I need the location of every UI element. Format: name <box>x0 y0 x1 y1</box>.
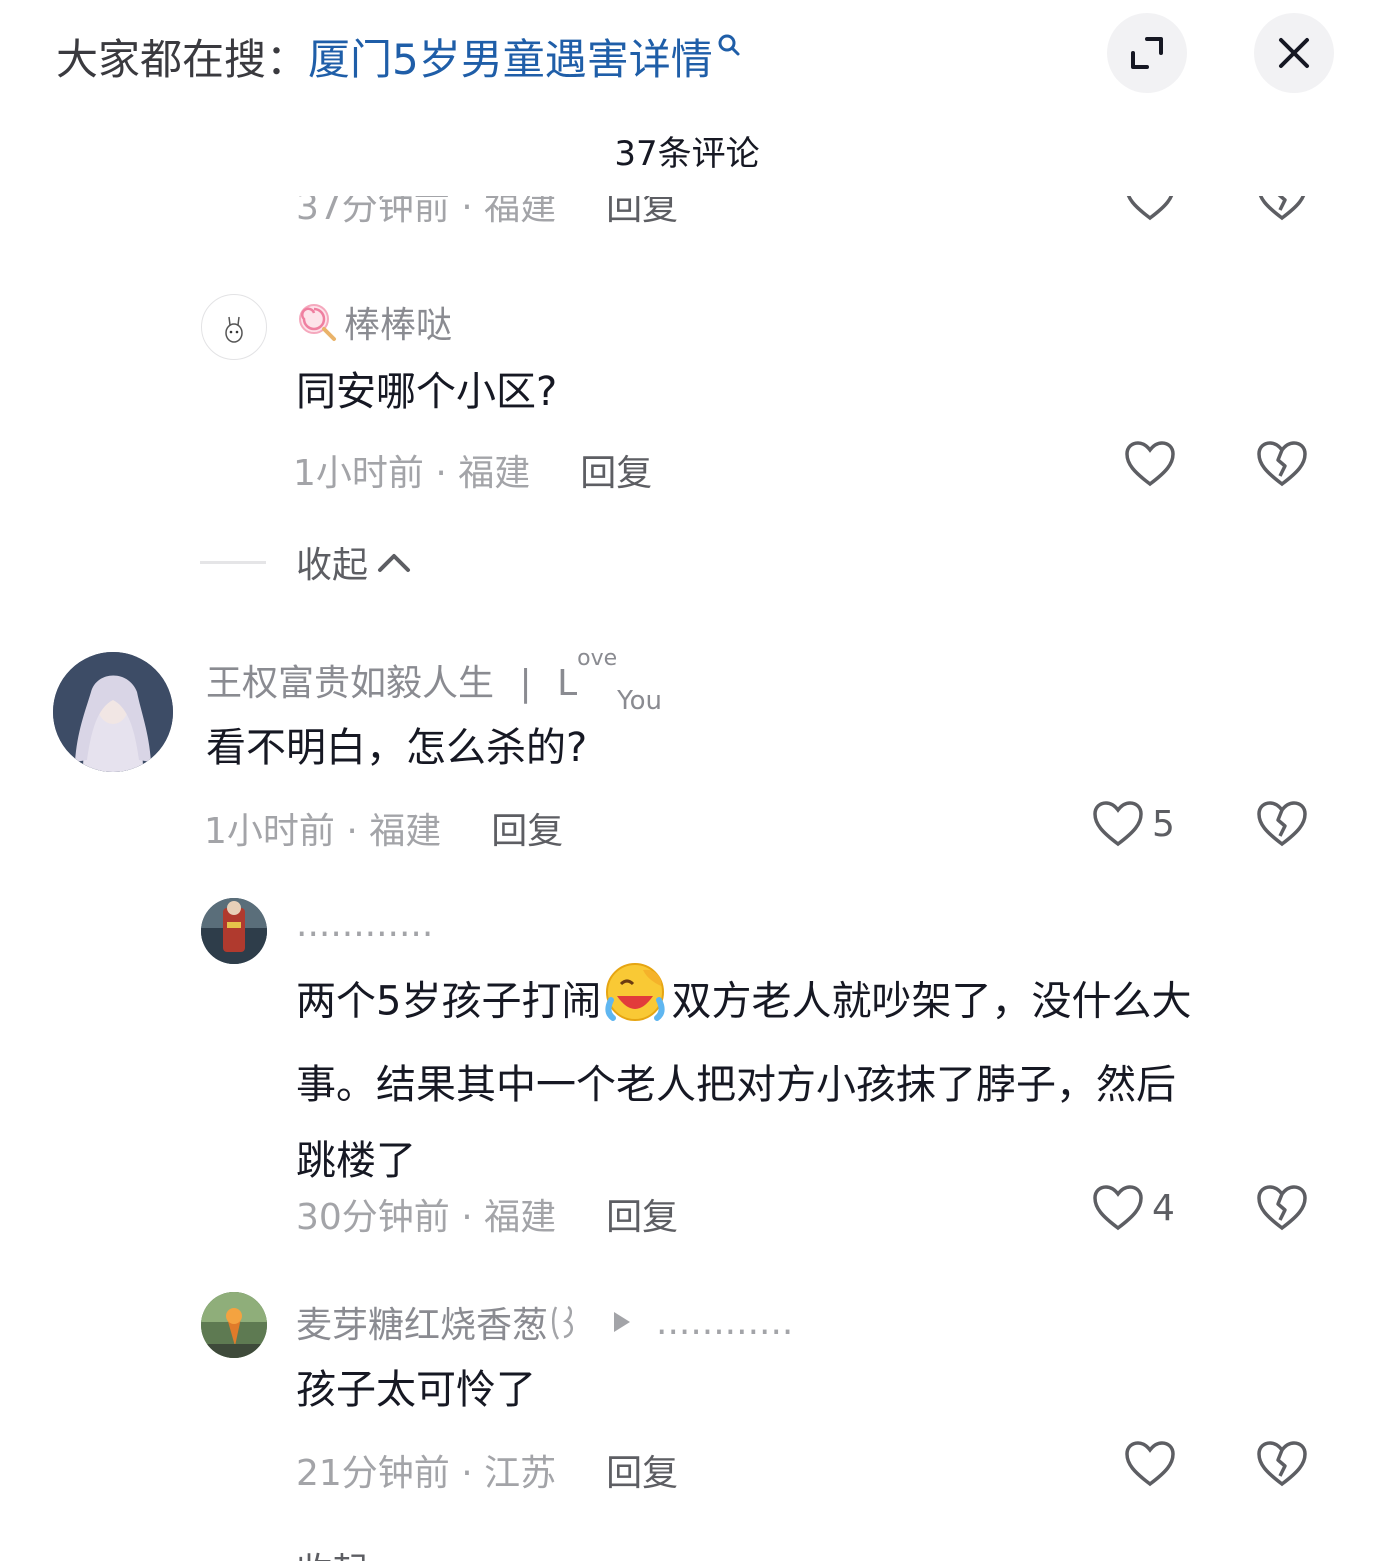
reply-button[interactable]: 回复 <box>606 1453 678 1494</box>
comment-text: 同安哪个小区? <box>296 369 558 415</box>
heart-outline-icon <box>1126 196 1174 221</box>
comment-author[interactable]: ............ <box>296 904 433 945</box>
comment-time-region: 1小时前 · 福建 <box>293 453 531 494</box>
comment-list[interactable]: 37分钟前 · 福建 回复 棒棒哒 同安哪个小区? 1小时前 · 福建 回复 收起 <box>0 190 1374 1561</box>
author-name-suffix: ove <box>577 646 618 671</box>
broken-heart-icon <box>1257 441 1307 487</box>
collapse-replies-button[interactable]: 收起 <box>200 536 412 588</box>
reply-button[interactable]: 回复 <box>491 811 563 852</box>
name-decoration-icon <box>552 1305 574 1340</box>
comment-time-region: 37分钟前 · 福建 <box>296 196 557 228</box>
reply-button[interactable]: 回复 <box>606 196 678 228</box>
heart-outline-icon <box>1125 1441 1175 1487</box>
comment-meta: 1小时前 · 福建 回复 <box>204 802 563 854</box>
collapse-label: 收起 <box>296 545 369 586</box>
comment-meta: 1小时前 · 福建 回复 <box>293 444 652 496</box>
comment-item: ............ 两个5岁孩子打闹 双方老人就吵架了，没什么大 事。结果其… <box>0 896 1374 1256</box>
comment-time-region: 30分钟前 · 福建 <box>296 1197 557 1238</box>
collapse-label: 收起 <box>296 1542 368 1561</box>
comment-author[interactable]: 棒棒哒 <box>296 296 452 348</box>
dislike-button[interactable] <box>1256 440 1308 492</box>
comment-author-row: 麦芽糖红烧香葱 ............ <box>296 1296 793 1348</box>
heart-outline-icon <box>1093 1185 1143 1231</box>
reply-button[interactable]: 回复 <box>580 453 652 494</box>
heart-outline-icon <box>1093 801 1143 847</box>
partial-comment-meta: 37分钟前 · 福建 回复 <box>296 196 816 238</box>
like-button[interactable] <box>1124 196 1176 246</box>
comment-text: 两个5岁孩子打闹 双方老人就吵架了，没什么大 事。结果其中一个老人把对方小孩抹了脖… <box>296 960 1306 1199</box>
broken-heart-icon <box>1257 1185 1307 1231</box>
top-bar: 大家都在搜：厦门5岁男童遇害详情 <box>0 0 1374 110</box>
like-count: 4 <box>1152 1187 1175 1229</box>
comment-time-region: 1小时前 · 福建 <box>204 811 442 852</box>
play-triangle-icon <box>614 1312 631 1332</box>
avatar[interactable] <box>201 1292 267 1358</box>
broken-heart-icon <box>1258 196 1306 221</box>
reply-button[interactable]: 回复 <box>606 1197 678 1238</box>
reply-to-user[interactable]: ............ <box>656 1302 793 1343</box>
comment-text: 看不明白，怎么杀的? <box>206 725 588 771</box>
dislike-button[interactable] <box>1256 800 1308 852</box>
broken-heart-icon <box>1257 1441 1307 1487</box>
comment-count-title: 37条评论 <box>614 134 760 174</box>
comment-meta: 30分钟前 · 福建 回复 <box>296 1188 678 1240</box>
comment-meta: 21分钟前 · 江苏 回复 <box>296 1444 678 1496</box>
comment-time-region: 21分钟前 · 江苏 <box>296 1453 557 1494</box>
like-button[interactable]: 4 <box>1092 1184 1175 1232</box>
collapse-replies-button[interactable]: 收起 <box>296 1542 368 1561</box>
broken-heart-icon <box>1257 801 1307 847</box>
dislike-button[interactable] <box>1256 196 1308 246</box>
like-count: 5 <box>1152 803 1175 845</box>
heart-outline-icon <box>1125 441 1175 487</box>
comment-author[interactable]: 麦芽糖红烧香葱 <box>296 1296 548 1348</box>
expand-icon <box>1131 37 1163 69</box>
close-icon <box>1279 38 1309 68</box>
comment-item: 麦芽糖红烧香葱 ............ 孩子太可怜了 21分钟前 · 江苏 回复 <box>0 1290 1374 1510</box>
author-name-suffix: You <box>617 686 662 716</box>
chevron-up-icon <box>378 554 411 572</box>
comment-text: 孩子太可怜了 <box>296 1367 536 1413</box>
close-button[interactable] <box>1254 13 1334 93</box>
laughing-crying-emoji-icon <box>603 960 669 1047</box>
dislike-button[interactable] <box>1256 1184 1308 1236</box>
like-button[interactable] <box>1124 1440 1176 1488</box>
like-button[interactable] <box>1124 440 1176 488</box>
dislike-button[interactable] <box>1256 1440 1308 1492</box>
divider <box>200 560 266 564</box>
trending-search-bar[interactable]: 大家都在搜：厦门5岁男童遇害详情 <box>56 26 741 87</box>
trending-search-prefix: 大家都在搜： <box>56 35 309 84</box>
lollipop-emoji-icon <box>299 304 336 341</box>
comment-author[interactable]: 王权富贵如毅人生 | LoveYou <box>206 646 662 716</box>
avatar[interactable] <box>201 898 267 964</box>
expand-button[interactable] <box>1107 13 1187 93</box>
avatar[interactable] <box>53 652 173 772</box>
avatar[interactable] <box>201 294 267 360</box>
search-icon[interactable] <box>717 22 741 71</box>
comment-item: 棒棒哒 同安哪个小区? 1小时前 · 福建 回复 <box>0 290 1374 500</box>
author-name-suffix: L <box>557 663 578 704</box>
comment-item: 王权富贵如毅人生 | LoveYou 看不明白，怎么杀的? 1小时前 · 福建回… <box>0 646 1374 860</box>
trending-search-query[interactable]: 厦门5岁男童遇害详情 <box>308 35 713 84</box>
like-button[interactable]: 5 <box>1092 800 1175 848</box>
